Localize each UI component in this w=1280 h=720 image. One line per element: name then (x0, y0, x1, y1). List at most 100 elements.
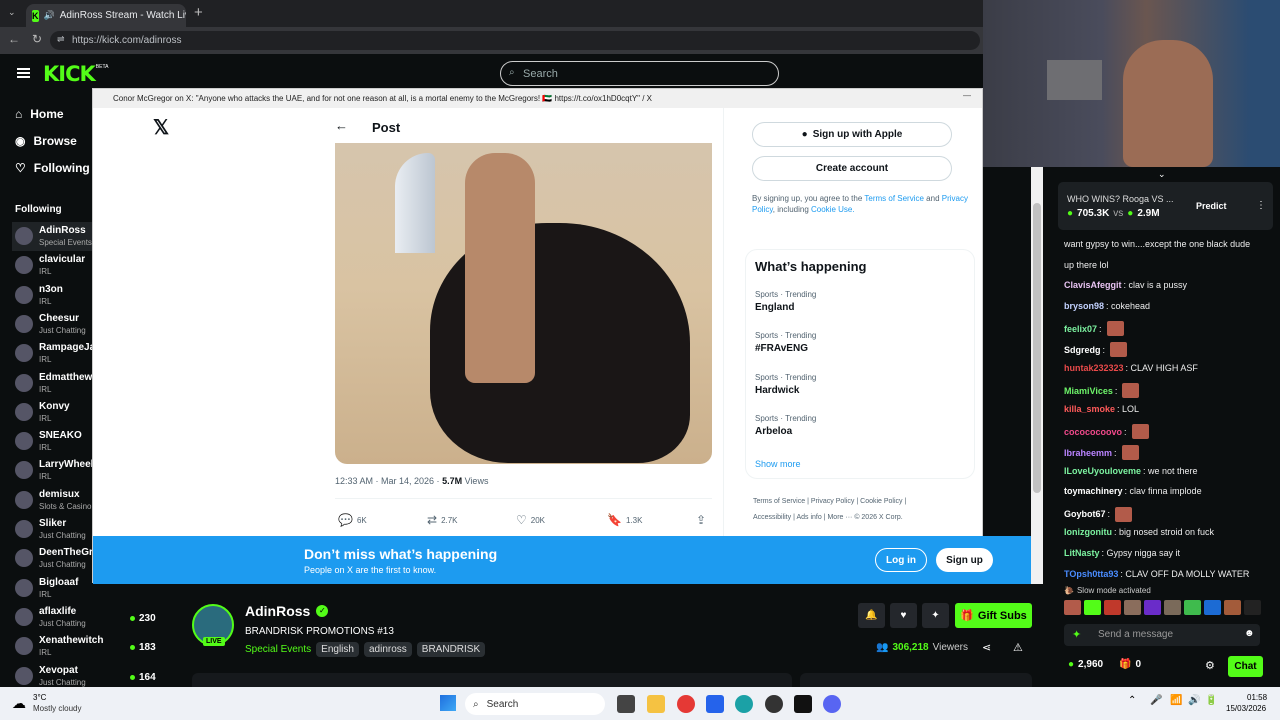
volume-icon[interactable]: 🔊 (1188, 695, 1200, 706)
chat-username[interactable]: toymachinery (1064, 486, 1123, 496)
repost-button[interactable]: ⇄ 2.7K (427, 513, 458, 527)
bookmark-button[interactable]: 🔖 1.3K (607, 513, 642, 527)
emoji-icon[interactable]: ☻ (1244, 628, 1255, 639)
channel-item[interactable]: Cheesur Just Chatting (12, 310, 102, 339)
opera-icon[interactable] (677, 695, 695, 713)
stream-tag[interactable]: BRANDRISK (416, 642, 486, 657)
wifi-icon[interactable]: 📶 (1170, 695, 1182, 706)
channel-item[interactable]: n3on IRL (12, 281, 102, 310)
footer-link[interactable]: Terms of Service (753, 498, 805, 505)
signup-apple-button[interactable]: ● Sign up with Apple (752, 122, 952, 147)
trend-item[interactable]: Sports · Trending Hardwick (755, 373, 816, 396)
channel-item[interactable]: Konvy IRL (12, 398, 102, 427)
like-button[interactable]: ♡ 20K (516, 513, 545, 527)
stream-category[interactable]: Special Events (245, 644, 311, 655)
site-info-icon[interactable]: ⇌ (57, 34, 65, 45)
chat-settings-icon[interactable]: ⚙ (1205, 659, 1215, 672)
back-arrow-icon[interactable]: ← (8, 32, 20, 46)
emote-icon[interactable] (1064, 600, 1081, 615)
trend-item[interactable]: Sports · Trending England (755, 290, 816, 313)
footer-link[interactable]: Accessibility (753, 514, 791, 521)
channel-item[interactable]: LarryWheel IRL (12, 456, 102, 485)
chat-collapse-icon[interactable]: ⌄ (1158, 169, 1166, 180)
mic-icon[interactable]: 🎤 (1150, 695, 1162, 706)
share-icon[interactable]: ⋖ (982, 641, 991, 654)
taskbar-time[interactable]: 01:58 (1247, 693, 1267, 702)
store-icon[interactable] (706, 695, 724, 713)
chat-username[interactable]: killa_smoke (1064, 404, 1115, 414)
channel-item[interactable]: Xenathewitch IRL 183 (12, 632, 156, 661)
channel-item[interactable]: Edmatthew IRL (12, 369, 102, 398)
channel-item[interactable]: Sliker Just Chatting (12, 515, 102, 544)
notification-bell-button[interactable]: 🔔 (858, 603, 885, 628)
channel-item[interactable]: clavicular IRL (12, 251, 102, 280)
battery-icon[interactable]: 🔋 (1205, 695, 1217, 706)
discord-icon[interactable] (823, 695, 841, 713)
streamer-name[interactable]: AdinRoss (245, 603, 310, 619)
chat-username[interactable]: cocococoovo (1064, 427, 1122, 437)
browser-tab[interactable]: K 🔊 AdinRoss Stream - Watch Live ✕ (26, 4, 186, 27)
reload-icon[interactable]: ↻ (32, 32, 42, 46)
footer-link[interactable]: Ads info (796, 514, 821, 521)
chat-username[interactable]: Goybot67 (1064, 509, 1106, 519)
create-account-button[interactable]: Create account (752, 156, 952, 181)
taskbar-search[interactable]: ⌕ Search (465, 693, 605, 715)
file-explorer-icon[interactable] (617, 695, 635, 713)
taskbar-date[interactable]: 15/03/2026 (1226, 704, 1266, 713)
nav-following[interactable]: ♡ Following (15, 161, 90, 175)
chat-username[interactable]: ILoveUyouloveme (1064, 466, 1141, 476)
chat-username[interactable]: feelix07 (1064, 324, 1097, 334)
follow-heart-button[interactable]: ♥ (890, 603, 917, 628)
footer-link[interactable]: More ··· (827, 514, 852, 521)
nav-browse[interactable]: ◉ Browse (15, 134, 77, 148)
emote-icon[interactable] (1244, 600, 1261, 615)
stream-tag[interactable]: English (316, 642, 359, 657)
chat-username[interactable]: ClavisAfeggit (1064, 280, 1122, 290)
chat-send-button[interactable]: Chat (1228, 656, 1263, 677)
chat-username[interactable]: TOpsh0tta93 (1064, 569, 1118, 579)
show-more-link[interactable]: Show more (755, 459, 801, 469)
emote-icon[interactable] (1124, 600, 1141, 615)
emote-icon[interactable] (1084, 600, 1101, 615)
chat-username[interactable]: MiamiVices (1064, 386, 1113, 396)
chat-username[interactable]: Sdgredg (1064, 345, 1101, 355)
emote-icon[interactable] (1164, 600, 1181, 615)
footer-link[interactable]: Cookie Policy (860, 498, 902, 505)
post-image[interactable] (335, 143, 712, 464)
report-icon[interactable]: ⚠ (1013, 641, 1023, 654)
tray-chevron-icon[interactable]: ⌃ (1128, 695, 1136, 706)
channel-item[interactable]: AdinRoss Special Events (12, 222, 102, 251)
folder-icon[interactable] (647, 695, 665, 713)
emote-icon[interactable] (1184, 600, 1201, 615)
sparkle-button[interactable]: ✦ (922, 603, 949, 628)
emote-icon[interactable] (1144, 600, 1161, 615)
channel-item[interactable]: RampageJa IRL (12, 339, 102, 368)
channel-item[interactable]: Bigloaaf IRL (12, 574, 102, 603)
minimize-icon[interactable]: — (963, 91, 971, 100)
terminal-icon[interactable] (794, 695, 812, 713)
trend-item[interactable]: Sports · Trending Arbeloa (755, 414, 816, 437)
channel-item[interactable]: aflaxlife Just Chatting 230 (12, 603, 156, 632)
search-input[interactable]: ⌕ Search (500, 61, 779, 86)
chat-username[interactable]: bryson98 (1064, 301, 1104, 311)
chat-username[interactable]: Ibraheemm (1064, 448, 1112, 458)
chat-input[interactable]: ✦ Send a message ☻ (1064, 624, 1260, 646)
trend-item[interactable]: Sports · Trending #FRAvENG (755, 331, 816, 354)
reply-button[interactable]: 💬 6K (338, 513, 367, 527)
chat-username[interactable]: huntak232323 (1064, 363, 1124, 373)
channel-item[interactable]: demisux Slots & Casino (12, 486, 102, 515)
chat-username[interactable]: LitNasty (1064, 548, 1100, 558)
kick-logo[interactable]: KICK BETA (43, 62, 108, 86)
windows-start-icon[interactable] (440, 695, 456, 711)
cookie-link[interactable]: Cookie Use. (811, 205, 855, 214)
channel-item[interactable]: SNEAKO IRL (12, 427, 102, 456)
new-tab-icon[interactable]: + (194, 4, 203, 21)
emote-icon[interactable] (1204, 600, 1221, 615)
edge-icon[interactable] (735, 695, 753, 713)
chat-username[interactable]: Ionizgonitu (1064, 527, 1112, 537)
nav-home[interactable]: ⌂ Home (15, 107, 64, 121)
url-field[interactable]: ⇌ https://kick.com/adinross (50, 31, 980, 50)
back-arrow-icon[interactable]: ← (335, 118, 348, 133)
popup-scrollbar[interactable] (1031, 108, 1043, 584)
hamburger-menu-icon[interactable] (17, 68, 30, 78)
